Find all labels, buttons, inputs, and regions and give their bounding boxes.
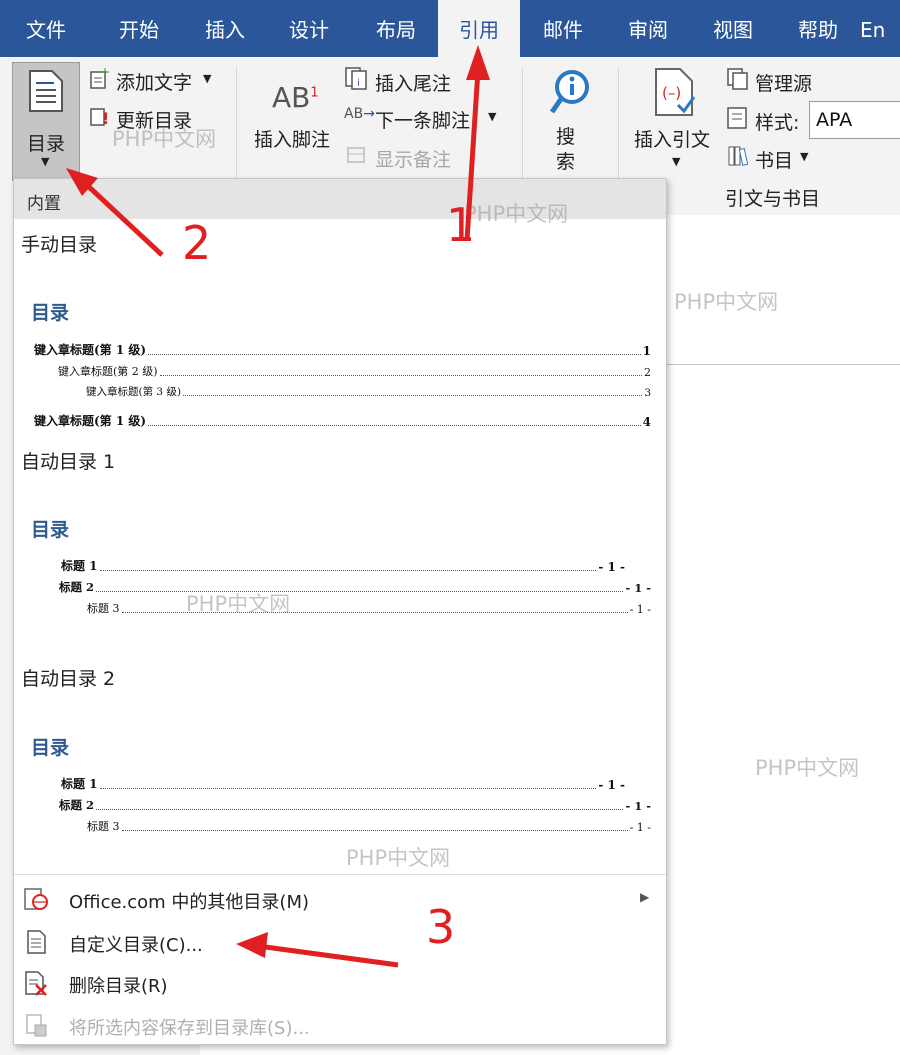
arrow-to-toc-button [66, 168, 164, 257]
annotation-number-2: 2 [182, 216, 212, 270]
annotation-arrows [66, 45, 490, 968]
annotation-number-1: 1 [446, 198, 476, 252]
arrow-to-custom-toc [236, 932, 399, 968]
annotation-number-3: 3 [426, 900, 456, 954]
